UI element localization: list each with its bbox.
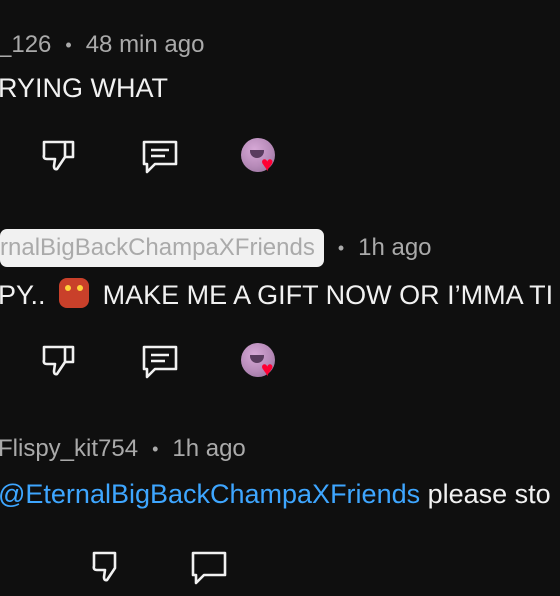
heart-icon: ♥ bbox=[261, 358, 274, 381]
ogre-emoji-icon bbox=[59, 278, 90, 308]
comment-reply-icon[interactable] bbox=[190, 550, 228, 586]
comment-text: RYING WHAT bbox=[0, 73, 169, 103]
meta-separator: • bbox=[65, 34, 72, 55]
thumbs-down-icon[interactable] bbox=[40, 137, 78, 173]
comment-meta: Flispy_kit754 • 1h ago bbox=[0, 435, 246, 463]
comment-author[interactable]: _126 bbox=[0, 31, 51, 59]
creator-heart-avatar-icon[interactable]: ♥ bbox=[241, 343, 283, 385]
comment-author[interactable]: Flispy_kit754 bbox=[0, 435, 138, 463]
thumbs-down-icon[interactable] bbox=[40, 342, 78, 378]
comment-time[interactable]: 48 min ago bbox=[86, 31, 205, 59]
meta-separator: • bbox=[152, 438, 159, 459]
comment-meta: rnalBigBackChampaXFriends • 1h ago bbox=[0, 229, 432, 267]
comment-reply-icon[interactable] bbox=[141, 344, 179, 380]
comment-reply-icon[interactable] bbox=[141, 139, 179, 175]
comment-text-rest: please sto bbox=[420, 479, 551, 509]
comment-author-highlighted[interactable]: rnalBigBackChampaXFriends bbox=[0, 229, 324, 267]
comment-actions: ♥ bbox=[0, 340, 560, 390]
meta-separator: • bbox=[337, 237, 345, 258]
comment-time[interactable]: 1h ago bbox=[172, 435, 245, 463]
comment-time[interactable]: 1h ago bbox=[358, 234, 431, 262]
comment-text: PY.. MAKE ME A GIFT NOW OR I’MMA TI bbox=[0, 278, 553, 311]
comment-actions bbox=[0, 546, 560, 596]
heart-icon: ♥ bbox=[261, 153, 274, 176]
mention-link[interactable]: @EternalBigBackChampaXFriends bbox=[0, 479, 420, 509]
comment-text-end: MAKE ME A GIFT NOW OR I’MMA TI bbox=[102, 280, 554, 310]
comment-text: @EternalBigBackChampaXFriends please sto bbox=[0, 479, 551, 510]
comment-text-start: PY.. bbox=[0, 280, 46, 310]
comment-actions: ♥ bbox=[0, 135, 560, 185]
creator-heart-avatar-icon[interactable]: ♥ bbox=[241, 138, 283, 180]
comment-meta: _126 • 48 min ago bbox=[0, 31, 204, 59]
thumbs-down-icon[interactable] bbox=[90, 548, 128, 584]
